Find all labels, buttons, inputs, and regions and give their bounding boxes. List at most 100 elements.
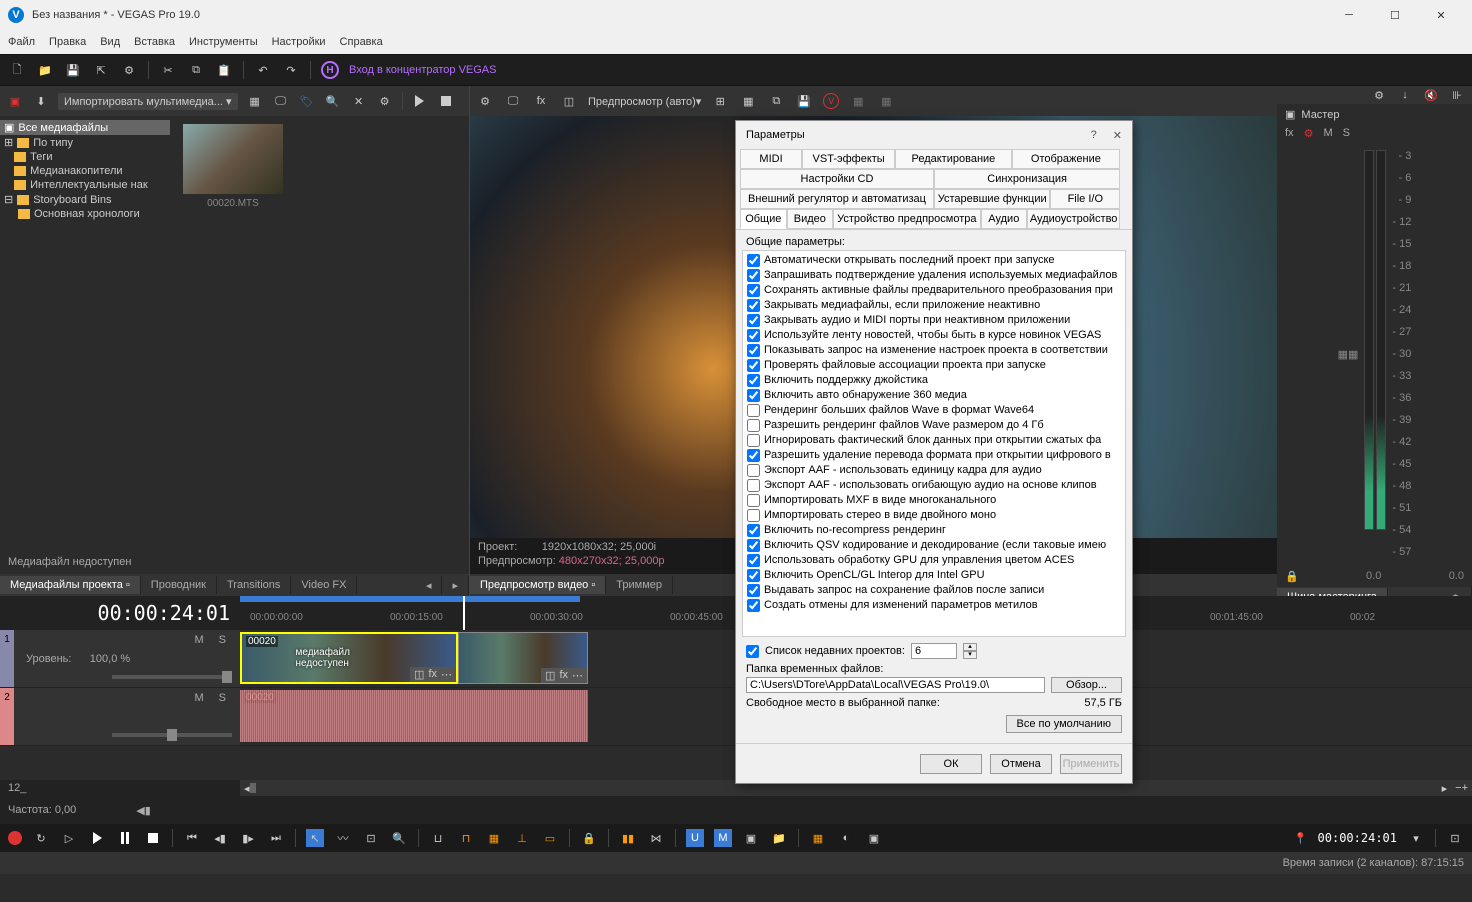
option-row[interactable]: Закрывать аудио и MIDI порты при неактив…: [743, 313, 1125, 328]
option-checkbox[interactable]: [747, 434, 760, 447]
master-fx[interactable]: fx: [1285, 127, 1294, 140]
m-icon[interactable]: M: [714, 829, 732, 847]
search-icon[interactable]: 🔍: [324, 92, 342, 110]
option-checkbox[interactable]: [747, 254, 760, 267]
stop-button[interactable]: [144, 829, 162, 847]
master-gear-icon[interactable]: ⚙: [1370, 86, 1388, 104]
tab-preview-device[interactable]: Устройство предпросмотра: [833, 209, 980, 229]
snap-markers-icon[interactable]: ⊥: [513, 829, 531, 847]
save-icon[interactable]: 💾: [64, 61, 82, 79]
option-row[interactable]: Показывать запрос на изменение настроек …: [743, 343, 1125, 358]
ok-button[interactable]: ОК: [920, 754, 982, 774]
media-thumbnail[interactable]: 00020.MTS: [178, 124, 288, 209]
option-checkbox[interactable]: [747, 329, 760, 342]
option-row[interactable]: Экспорт AAF - использовать огибающую ауд…: [743, 478, 1125, 493]
fx-icon[interactable]: fx: [428, 668, 437, 681]
selection-tool[interactable]: ⊡: [362, 829, 380, 847]
play-from-start-button[interactable]: ▷: [60, 829, 78, 847]
preview-quality-dropdown[interactable]: Предпросмотр (авто)▾: [588, 95, 701, 108]
overlay-icon[interactable]: ▦: [739, 92, 757, 110]
snap-events-icon[interactable]: ▭: [541, 829, 559, 847]
tab-video-fx[interactable]: Video FX: [291, 576, 357, 594]
option-row[interactable]: Включить QSV кодирование и декодирование…: [743, 538, 1125, 553]
tab-audio[interactable]: Аудио: [981, 209, 1028, 229]
play-button[interactable]: [88, 829, 106, 847]
snap-icon[interactable]: ⊔: [429, 829, 447, 847]
tree-by-type[interactable]: ⊞ По типу: [0, 135, 170, 150]
dialog-close-button[interactable]: ✕: [1113, 129, 1122, 142]
option-checkbox[interactable]: [747, 479, 760, 492]
tab-general[interactable]: Общие: [740, 209, 787, 229]
option-row[interactable]: Запрашивать подтверждение удаления испол…: [743, 268, 1125, 283]
tree-tags[interactable]: Теги: [0, 150, 170, 164]
media-files[interactable]: 00020.MTS: [170, 116, 469, 554]
loop-button[interactable]: ↻: [32, 829, 50, 847]
option-checkbox[interactable]: [747, 449, 760, 462]
prev-frame-button[interactable]: ◂▮: [211, 829, 229, 847]
option-row[interactable]: Включить OpenCL/GL Interop для Intel GPU: [743, 568, 1125, 583]
next-frame-button[interactable]: ▮▸: [239, 829, 257, 847]
copy-icon[interactable]: ⧉: [187, 61, 205, 79]
lock-icon[interactable]: 🔒: [580, 829, 598, 847]
snap-quantize-icon[interactable]: ⊓: [457, 829, 475, 847]
tab-midi[interactable]: MIDI: [740, 149, 802, 169]
tree-smart[interactable]: Интеллектуальные нак: [0, 178, 170, 192]
normal-tool[interactable]: ↖: [306, 829, 324, 847]
option-checkbox[interactable]: [747, 524, 760, 537]
option-checkbox[interactable]: [747, 359, 760, 372]
folder-icon[interactable]: 📁: [770, 829, 788, 847]
tab-cd[interactable]: Настройки CD: [740, 169, 934, 189]
tab-trimmer[interactable]: Триммер: [606, 576, 673, 594]
master-mute[interactable]: M: [1323, 127, 1332, 140]
tree-all-media[interactable]: ▣ Все медиафайлы: [0, 120, 170, 135]
minimize-button[interactable]: ─: [1326, 0, 1372, 30]
temp-path-input[interactable]: [746, 677, 1045, 693]
tab-project-media[interactable]: Медиафайлы проекта ▫: [0, 576, 141, 594]
record-button[interactable]: [8, 831, 22, 845]
tab-nav-left[interactable]: ◂: [416, 576, 443, 595]
tab-fileio[interactable]: File I/O: [1050, 189, 1120, 209]
playhead[interactable]: [463, 596, 465, 630]
audio-clip[interactable]: 00020: [240, 690, 588, 742]
option-checkbox[interactable]: [747, 404, 760, 417]
menu-tools[interactable]: Инструменты: [189, 36, 258, 48]
option-checkbox[interactable]: [747, 584, 760, 597]
new-icon[interactable]: 🗋: [8, 61, 26, 79]
video-clip-2[interactable]: ◫fx⋯: [458, 632, 588, 684]
transport-more-icon[interactable]: ▾: [1407, 829, 1425, 847]
tree-drives[interactable]: Медианакопители: [0, 164, 170, 178]
apply-button[interactable]: Применить: [1060, 754, 1122, 774]
cut-icon[interactable]: ✂: [159, 61, 177, 79]
option-row[interactable]: Игнорировать фактический блок данных при…: [743, 433, 1125, 448]
option-row[interactable]: Импортировать стерео в виде двойного мон…: [743, 508, 1125, 523]
tab-transitions[interactable]: Transitions: [217, 576, 291, 594]
option-checkbox[interactable]: [747, 269, 760, 282]
snap-grid-icon[interactable]: ▦: [485, 829, 503, 847]
option-checkbox[interactable]: [747, 539, 760, 552]
maximize-button[interactable]: ☐: [1372, 0, 1418, 30]
option-row[interactable]: Импортировать MXF в виде многоканального: [743, 493, 1125, 508]
undo-icon[interactable]: ↶: [254, 61, 272, 79]
dialog-help-button[interactable]: ?: [1091, 129, 1097, 142]
crop-icon[interactable]: ◫: [414, 668, 424, 681]
option-row[interactable]: Закрывать медиафайлы, если приложение не…: [743, 298, 1125, 313]
tab-sync[interactable]: Синхронизация: [934, 169, 1120, 189]
play-icon[interactable]: [411, 92, 429, 110]
go-end-button[interactable]: ⏭: [267, 829, 285, 847]
hub-icon[interactable]: H: [321, 61, 339, 79]
tab-editing[interactable]: Редактирование: [895, 149, 1011, 169]
options-list[interactable]: Автоматически открывать последний проект…: [742, 250, 1126, 637]
properties-icon[interactable]: ⚙: [120, 61, 138, 79]
scroll-right-icon[interactable]: ▸: [1442, 782, 1448, 795]
option-checkbox[interactable]: [747, 599, 760, 612]
option-row[interactable]: Включить авто обнаружение 360 медиа: [743, 388, 1125, 403]
option-checkbox[interactable]: [747, 419, 760, 432]
color-icon[interactable]: ◐: [837, 829, 855, 847]
track-header-audio[interactable]: 2 M S: [0, 688, 240, 746]
import-icon[interactable]: ⬇: [32, 92, 50, 110]
split-icon[interactable]: ◫: [560, 92, 578, 110]
preview-device-icon[interactable]: 🖵: [504, 92, 522, 110]
option-row[interactable]: Рендеринг больших файлов Wave в формат W…: [743, 403, 1125, 418]
video-clip-1[interactable]: 00020 медиафайл недоступен ◫fx⋯: [240, 632, 458, 684]
level-slider[interactable]: [112, 675, 232, 679]
